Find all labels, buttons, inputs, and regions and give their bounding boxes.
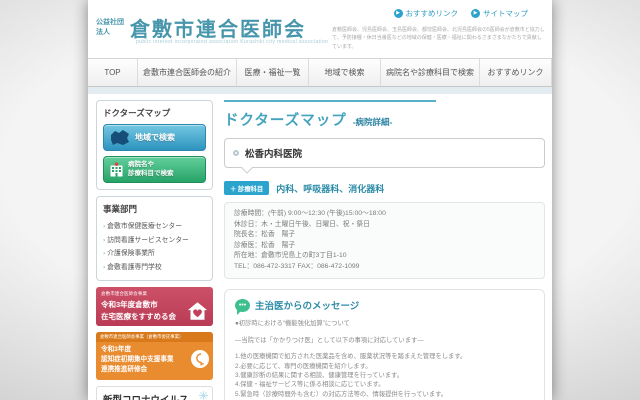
division-link-health-center[interactable]: ›倉敷市保健医療センター: [103, 220, 206, 234]
detail-address: 所在地：倉敷市児島上の町3丁目1-10: [234, 251, 535, 262]
head-profile-icon: [190, 349, 210, 369]
division-link-nursing-service[interactable]: ›訪問看護サービスセンター: [103, 234, 206, 248]
detail-tel-fax: TEL：086-472-3317 FAX：086-472-1099: [234, 262, 535, 273]
division-label: 訪問看護サービスセンター: [107, 237, 189, 244]
message-intro-1: ―当院では「かかりつけ医」として以下の事項に対応しています―: [235, 336, 534, 345]
bullet-icon: ›: [103, 237, 105, 244]
hospital-name-box: 松香内科医院: [224, 138, 545, 168]
message-heading-1: ●初診時における“機能強化加算”について: [235, 319, 534, 328]
hospital-name: 松香内科医院: [245, 146, 302, 160]
browser-viewport: 公益社団法人 倉敷市連合医師会 public interest incorpor…: [0, 0, 640, 400]
site-logo[interactable]: 公益社団法人 倉敷市連合医師会: [96, 13, 306, 42]
speech-tail: [241, 162, 252, 173]
org-type-label: 公益社団法人: [96, 18, 126, 36]
nav-item-name-search[interactable]: 病院名や診療科目で検索: [381, 59, 480, 86]
nav-item-medical-list[interactable]: 医療・福祉一覧: [237, 59, 309, 86]
message-item: 5.緊急時（診療時間外も含む）の対応方法等の、情報提供を行っています。: [235, 390, 534, 399]
page-subtitle: -病院詳細-: [353, 116, 393, 128]
header-utility-links: ▶ おすすめリンク ▶ サイトマップ: [394, 8, 529, 19]
nav-item-area-search[interactable]: 地域で検索: [309, 59, 381, 86]
name-search-button[interactable]: 病院名や 診療科目で検索: [103, 156, 206, 183]
doctors-map-box: ドクターズマップ 地域で検索: [96, 100, 213, 190]
division-link-care-insurance[interactable]: ›介護保険事業所: [103, 247, 206, 261]
circle-arrow-icon: ▶: [394, 9, 403, 18]
recommended-links-link[interactable]: ▶ おすすめリンク: [394, 8, 459, 19]
sitemap-link[interactable]: ▶ サイトマップ: [471, 8, 528, 19]
house-heart-icon: [187, 301, 208, 321]
page-title-row: ドクターズマップ -病院詳細-: [224, 109, 545, 130]
recommended-links-label: おすすめリンク: [406, 8, 459, 19]
corona-shelter-banner[interactable]: 新型コロナウイルス 避難所設営 提案書 PDF: [96, 386, 213, 400]
message-item: 1.他の医療機関で処方された医薬品を含め、服薬状況等を踏まえた管理をします。: [235, 352, 534, 361]
divisions-box: 事業部門 ›倉敷市保健医療センター ›訪問看護サービスセンター ›介護保険事業所…: [96, 196, 213, 281]
content-area: ドクターズマップ 地域で検索: [88, 94, 552, 400]
site-header: 公益社団法人 倉敷市連合医師会 public interest incorpor…: [88, 0, 552, 58]
division-label: 倉敷市保健医療センター: [107, 223, 182, 230]
division-label: 介護保険事業所: [107, 250, 155, 257]
region-map-icon: [109, 129, 131, 146]
departments-tag: ＋ 診療科目: [224, 181, 269, 195]
nav-sub-strip: [88, 87, 552, 94]
division-label: 倉敷看護専門学校: [107, 264, 161, 271]
name-search-label: 病院名や 診療科目で検索: [128, 161, 174, 178]
detail-hours: 診療時間：(午前) 9:00～12:30 (午後)15:00～18:00: [234, 209, 535, 220]
divisions-title: 事業部門: [103, 203, 206, 215]
dementia-support-banner[interactable]: 倉敷市連合医師会事業（倉敷市委託事業） 令和3年度 認知症初期集中支援事業 連携…: [96, 332, 213, 380]
double-circle-icon: [233, 150, 239, 156]
message-item: 4.保健・福祉サービス等に係る相談に応じています。: [235, 380, 534, 389]
bullet-icon: ›: [103, 264, 105, 271]
bullet-icon: ›: [103, 250, 105, 257]
nav-item-about[interactable]: 倉敷市連合医師会の紹介: [138, 59, 237, 86]
division-link-nursing-school[interactable]: ›倉敷看護専門学校: [103, 261, 206, 275]
name-search-line1: 病院名や: [128, 161, 154, 168]
site-title: 倉敷市連合医師会: [130, 13, 306, 42]
nav-item-top[interactable]: TOP: [88, 59, 138, 86]
doctor-message-header: ••• 主治医からのメッセージ: [235, 298, 534, 312]
sidebar: ドクターズマップ 地域で検索: [96, 100, 213, 400]
message-item: 3.健康診断の結果に関する相談、健康管理を行っています。: [235, 371, 534, 380]
hospital-building-icon: [109, 162, 124, 177]
home-care-banner-top: 倉敷市連合医師会事業: [101, 291, 208, 297]
snowflake-icon: [199, 391, 208, 400]
home-care-banner[interactable]: 倉敷市連合医師会事業 令和3年度倉敷市 在宅医療をすすめる会: [96, 287, 213, 326]
content-top-divider: [224, 100, 436, 102]
circle-arrow-icon: ▶: [471, 9, 480, 18]
sitemap-label: サイトマップ: [483, 8, 528, 19]
main-content: ドクターズマップ -病院詳細- 松香内科医院 ＋ 診療科目 内科、呼吸器科、消化…: [224, 100, 545, 400]
area-search-button[interactable]: 地域で検索: [103, 124, 206, 151]
doctor-message-box: ••• 主治医からのメッセージ ●初診時における“機能強化加算”について ―当院…: [224, 289, 545, 400]
hospital-details-box: 診療時間：(午前) 9:00～12:30 (午後)15:00～18:00 休診日…: [224, 202, 545, 279]
global-nav: TOP 倉敷市連合医師会の紹介 医療・福祉一覧 地域で検索 病院名や診療科目で検…: [88, 58, 552, 87]
page-title: ドクターズマップ: [224, 109, 347, 130]
header-description: 倉敷医師会、児島医師会、玉島医師会、都窪医師会、北児島医師会の5医師会が倉敷市と…: [332, 26, 546, 51]
doctors-map-title: ドクターズマップ: [103, 107, 206, 119]
nav-item-recommended-links[interactable]: おすすめリンク: [480, 59, 552, 86]
site-subtitle-en: public interest incorporated association…: [136, 39, 328, 45]
departments-row: ＋ 診療科目 内科、呼吸器科、消化器科: [224, 181, 545, 195]
area-search-label: 地域で検索: [135, 132, 175, 143]
dementia-banner-body: 令和3年度 認知症初期集中支援事業 連携推進研修会: [96, 342, 213, 380]
speech-bubble-icon: •••: [235, 299, 250, 312]
detail-closed-days: 休診日：木・土曜日午後、日曜日、祝・祭日: [234, 220, 535, 231]
detail-physician: 診療医：松香 陽子: [234, 241, 535, 252]
dementia-banner-top: 倉敷市連合医師会事業（倉敷市委託事業）: [96, 332, 213, 342]
doctor-message-title: 主治医からのメッセージ: [255, 298, 359, 312]
name-search-line2: 診療科目で検索: [128, 170, 174, 177]
bullet-icon: ›: [103, 223, 105, 230]
departments-list: 内科、呼吸器科、消化器科: [276, 182, 384, 195]
site-column: 公益社団法人 倉敷市連合医師会 public interest incorpor…: [88, 0, 552, 400]
detail-director: 院長名：松香 陽子: [234, 230, 535, 241]
message-item: 2.必要に応じて、専門の医療機関を紹介します。: [235, 362, 534, 371]
corona-banner-title: 新型コロナウイルス: [103, 392, 206, 400]
